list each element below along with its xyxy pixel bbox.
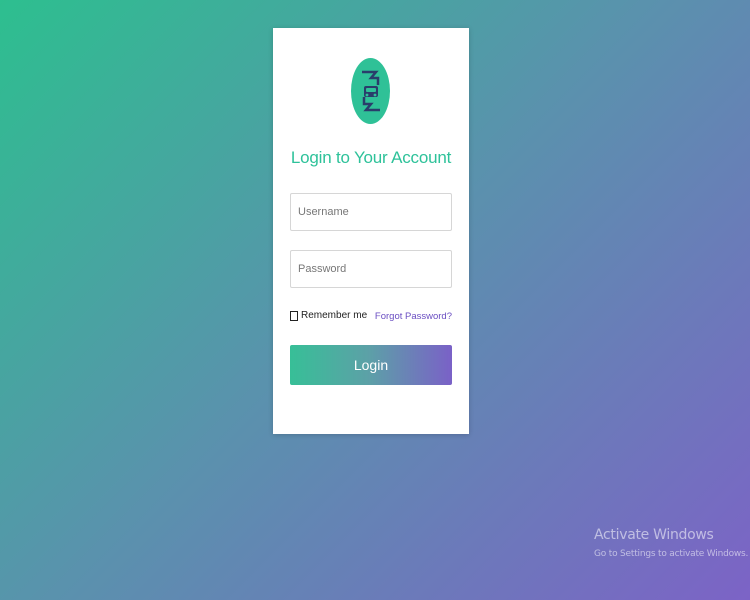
remember-me-checkbox[interactable] [290,310,298,321]
forgot-password-link[interactable]: Forgot Password? [375,311,452,322]
login-card: Login to Your Account Remember me Forgot… [273,28,469,434]
login-button[interactable]: Login [290,345,452,385]
username-input[interactable] [290,193,452,231]
remember-me[interactable]: Remember me [290,310,367,321]
car-service-logo-icon [351,58,390,124]
activate-windows-subtitle: Go to Settings to activate Windows. [594,549,749,559]
remember-me-label: Remember me [301,310,368,321]
page-title: Login to Your Account [290,148,452,167]
password-input[interactable] [290,250,452,288]
activate-windows-title: Activate Windows [594,527,714,543]
